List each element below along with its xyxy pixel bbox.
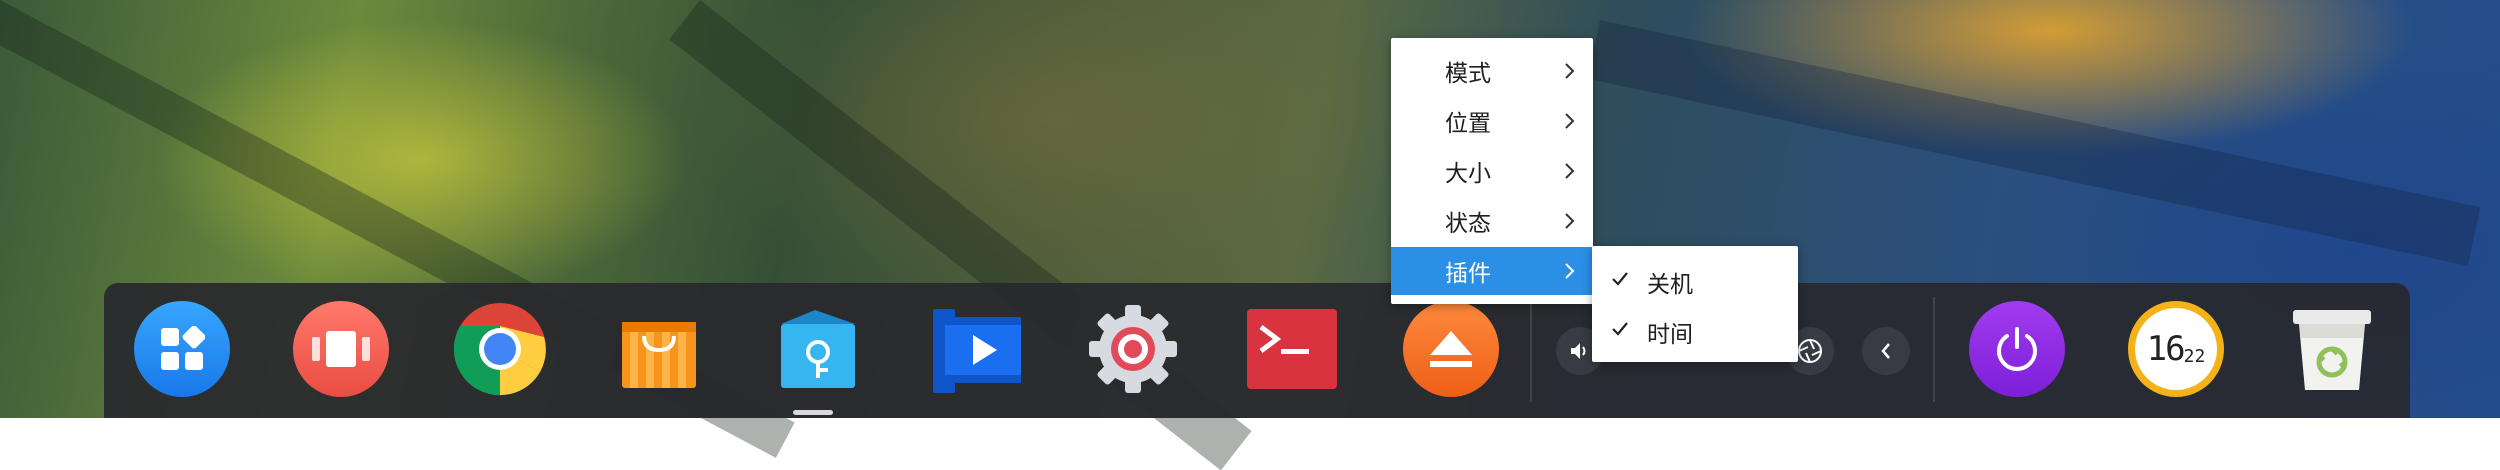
chevron-right-icon	[1565, 113, 1575, 129]
video-player-button[interactable]	[929, 301, 1025, 397]
chevron-right-icon	[1565, 63, 1575, 79]
eject-button[interactable]	[1403, 301, 1499, 397]
menu-item-label: 位置	[1445, 111, 1491, 137]
chrome-icon	[453, 303, 546, 396]
menu-item-label: 状态	[1445, 211, 1491, 237]
terminal-icon	[1247, 309, 1337, 389]
file-manager-button[interactable]	[770, 301, 866, 397]
settings-icon	[1089, 305, 1177, 393]
power-icon	[1997, 327, 2037, 371]
eject-icon	[1430, 331, 1472, 367]
menu-item-plugins[interactable]: 插件	[1391, 247, 1593, 295]
app-store-button[interactable]	[611, 301, 707, 397]
video-player-icon	[933, 309, 1021, 393]
submenu-item-label: 关机	[1647, 272, 1693, 298]
app-store-icon	[622, 322, 696, 388]
clock-plugin[interactable]: 16 22	[2128, 301, 2224, 397]
volume-icon	[1571, 343, 1586, 359]
chevron-right-icon	[1565, 263, 1575, 279]
clock-minute: 22	[2183, 345, 2206, 367]
fan-icon	[1798, 339, 1822, 363]
shutdown-button[interactable]	[1969, 301, 2065, 397]
trash-button[interactable]	[2284, 301, 2380, 397]
chevron-right-icon	[1565, 163, 1575, 179]
checkmark-icon	[1612, 272, 1628, 286]
clock-face: 16 22	[2135, 308, 2217, 390]
submenu-item-time[interactable]: 时间	[1592, 305, 1798, 353]
running-indicator	[793, 410, 833, 415]
submenu-item-shutdown[interactable]: 关机	[1592, 255, 1798, 303]
terminal-button[interactable]	[1244, 301, 1340, 397]
chevron-right-icon	[1565, 213, 1575, 229]
file-manager-icon	[781, 310, 855, 388]
clock-hour: 16	[2146, 329, 2186, 369]
trash-icon	[2293, 310, 2371, 390]
multitasking-view-button[interactable]	[293, 301, 389, 397]
plugins-submenu: 关机 时间	[1592, 246, 1798, 362]
submenu-item-label: 时间	[1647, 322, 1693, 348]
chrome-button[interactable]	[452, 301, 548, 397]
menu-item-label: 插件	[1445, 261, 1491, 287]
launcher-button[interactable]	[134, 301, 230, 397]
menu-item-mode[interactable]: 模式	[1391, 47, 1593, 95]
menu-item-status[interactable]: 状态	[1391, 197, 1593, 245]
dock-separator	[1530, 297, 1532, 402]
settings-button[interactable]	[1085, 301, 1181, 397]
menu-item-label: 大小	[1445, 161, 1491, 187]
dock-separator	[1933, 297, 1935, 402]
launcher-icon	[161, 326, 205, 370]
dock-context-menu: 模式 位置 大小 状态 插件	[1391, 38, 1593, 304]
menu-item-label: 模式	[1445, 61, 1491, 87]
checkmark-icon	[1612, 322, 1628, 336]
menu-item-position[interactable]: 位置	[1391, 97, 1593, 145]
multitasking-icon	[312, 331, 370, 367]
chevron-left-icon	[1881, 343, 1890, 359]
menu-item-size[interactable]: 大小	[1391, 147, 1593, 195]
show-hidden-tray-button[interactable]	[1862, 327, 1910, 375]
